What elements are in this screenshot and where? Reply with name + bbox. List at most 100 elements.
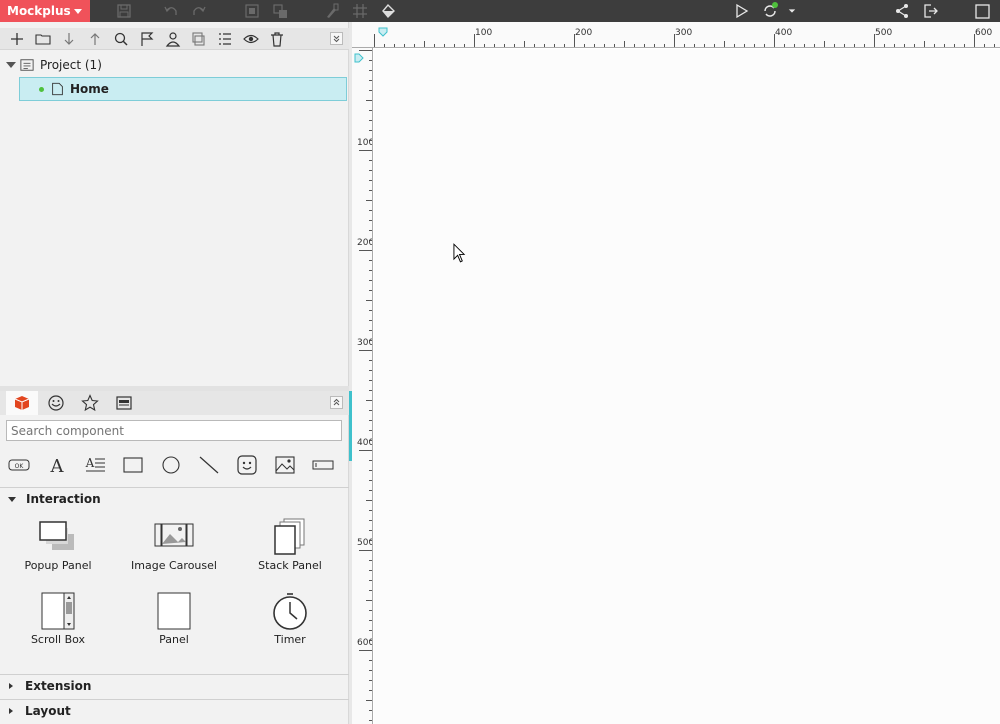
- paint-icon[interactable]: [377, 0, 399, 22]
- ungroup-icon[interactable]: [269, 0, 291, 22]
- group-icon[interactable]: [241, 0, 263, 22]
- image-carousel-icon: [154, 523, 194, 547]
- ruler-label: 400: [775, 28, 793, 38]
- smiley-icon[interactable]: [235, 454, 259, 476]
- image-icon[interactable]: [273, 454, 297, 476]
- brand-menu-button[interactable]: Mockplus: [0, 0, 90, 22]
- timer-icon: [273, 593, 307, 630]
- svg-text:A: A: [50, 456, 65, 475]
- ruler-label: 300: [357, 338, 373, 348]
- ruler-label: 200: [357, 238, 373, 248]
- vertical-ruler[interactable]: 100 200 300 400 500 600: [352, 48, 373, 724]
- trash-icon[interactable]: [267, 30, 287, 48]
- export-icon[interactable]: [919, 0, 941, 22]
- format-brush-icon[interactable]: [321, 0, 343, 22]
- share-icon[interactable]: [891, 0, 913, 22]
- play-icon[interactable]: [730, 0, 752, 22]
- widget-label: Stack Panel: [258, 559, 322, 572]
- widget-timer[interactable]: Timer: [232, 592, 348, 662]
- svg-text:A: A: [85, 456, 95, 470]
- widget-panel[interactable]: Panel: [116, 592, 232, 662]
- component-search-input[interactable]: [6, 420, 342, 441]
- design-canvas[interactable]: [374, 49, 1000, 724]
- ruler-label: 500: [875, 28, 893, 38]
- ruler-label: 100: [357, 138, 373, 148]
- widget-label: Image Carousel: [131, 559, 217, 572]
- section-title: Layout: [25, 704, 71, 718]
- project-icon: [20, 59, 34, 71]
- section-title: Interaction: [26, 492, 101, 506]
- section-interaction-header[interactable]: Interaction: [0, 488, 349, 510]
- left-panel: Project (1) Home OK A A: [0, 22, 349, 724]
- collapsed-arrow-icon: [9, 683, 13, 689]
- flag-icon[interactable]: [137, 30, 157, 48]
- section-extension-header[interactable]: Extension: [0, 675, 349, 697]
- page-status-dot: [39, 86, 44, 92]
- widget-stack-panel[interactable]: Stack Panel: [232, 518, 348, 588]
- tree-page-home[interactable]: Home: [19, 77, 347, 101]
- add-icon[interactable]: [7, 30, 27, 48]
- folder-icon[interactable]: [33, 30, 53, 48]
- chevron-down-icon: [74, 9, 82, 14]
- fullscreen-icon[interactable]: [971, 0, 993, 22]
- expanded-arrow-icon: [8, 496, 16, 502]
- section-title: Extension: [25, 679, 92, 693]
- move-down-icon[interactable]: [59, 30, 79, 48]
- input-icon[interactable]: [311, 454, 335, 476]
- save-icon[interactable]: [113, 0, 135, 22]
- rectangle-icon[interactable]: [121, 454, 145, 476]
- ruler-label: 300: [675, 28, 693, 38]
- ruler-label: 400: [357, 438, 373, 448]
- grid-icon[interactable]: [349, 0, 371, 22]
- ruler-marker-icon[interactable]: [378, 27, 388, 37]
- list-icon[interactable]: [215, 30, 235, 48]
- page-icon: [52, 82, 63, 96]
- page-tree: Project (1) Home: [0, 52, 349, 382]
- brand-label: Mockplus: [7, 4, 71, 18]
- paragraph-icon[interactable]: A: [83, 454, 107, 476]
- copy-icon[interactable]: [189, 30, 209, 48]
- circle-icon[interactable]: [159, 454, 183, 476]
- project-toolbar: [0, 28, 349, 50]
- eye-icon[interactable]: [241, 30, 261, 48]
- stack-panel-icon: [274, 518, 305, 555]
- button-icon[interactable]: OK: [7, 454, 31, 476]
- ruler-label: 500: [357, 538, 373, 548]
- mouse-cursor-icon: [453, 243, 466, 263]
- template-icon[interactable]: [108, 391, 140, 415]
- horizontal-ruler[interactable]: 100 200 300 400 500 600: [352, 22, 1000, 48]
- tree-project[interactable]: Project (1): [6, 54, 102, 76]
- section-layout-header[interactable]: Layout: [0, 700, 349, 722]
- widget-label: Popup Panel: [24, 559, 92, 572]
- widget-label: Timer: [274, 633, 306, 646]
- popup-panel-icon: [39, 521, 74, 550]
- search-icon[interactable]: [111, 30, 131, 48]
- scroll-box-icon: [41, 592, 75, 630]
- star-icon[interactable]: [74, 391, 106, 415]
- top-toolbar: Mockplus: [0, 0, 1000, 22]
- user-icon[interactable]: [163, 30, 183, 48]
- collapse-components-button[interactable]: [330, 396, 343, 409]
- svg-text:OK: OK: [15, 463, 25, 470]
- widget-label: Panel: [159, 633, 189, 646]
- widget-image-carousel[interactable]: Image Carousel: [116, 518, 232, 588]
- page-label: Home: [70, 82, 109, 96]
- panel-icon: [157, 592, 191, 630]
- ruler-label: 600: [357, 638, 373, 648]
- box-icon[interactable]: [6, 391, 38, 415]
- collapse-panel-button[interactable]: [330, 32, 343, 45]
- text-icon[interactable]: A: [45, 454, 69, 476]
- ruler-marker-icon[interactable]: [354, 53, 364, 63]
- expand-toggle-icon[interactable]: [6, 62, 16, 68]
- line-icon[interactable]: [197, 454, 221, 476]
- ruler-label: 200: [575, 28, 593, 38]
- widget-popup-panel[interactable]: Popup Panel: [0, 518, 116, 588]
- move-up-icon[interactable]: [85, 30, 105, 48]
- project-label: Project (1): [40, 58, 102, 72]
- sync-icon[interactable]: [759, 0, 781, 22]
- widget-scroll-box[interactable]: Scroll Box: [0, 592, 116, 662]
- emoji-icon[interactable]: [40, 391, 72, 415]
- undo-icon[interactable]: [160, 0, 182, 22]
- chevron-down-icon[interactable]: [784, 0, 800, 22]
- redo-icon[interactable]: [188, 0, 210, 22]
